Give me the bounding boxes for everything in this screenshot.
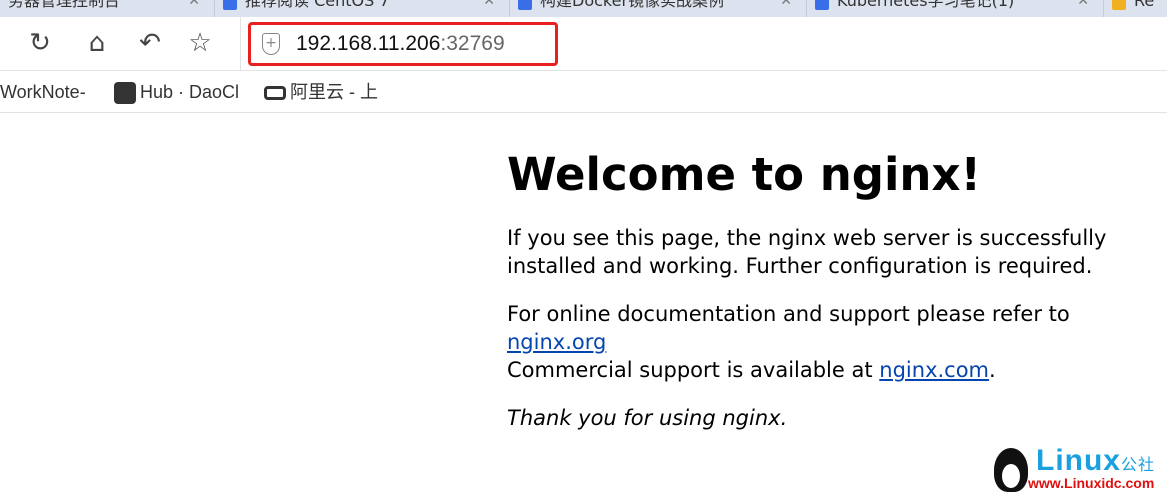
brand-cn: 公社 bbox=[1121, 457, 1156, 474]
url-host: 192.168.11.206 bbox=[296, 32, 441, 55]
docs-paragraph: For online documentation and support ple… bbox=[507, 300, 1162, 384]
daocloud-icon bbox=[114, 82, 136, 105]
text: working. Further configuration is requir… bbox=[648, 254, 1093, 278]
text: . bbox=[989, 358, 996, 382]
thanks-text: Thank you for using nginx. bbox=[507, 406, 788, 430]
bookmark-label: Hub · DaoCl bbox=[140, 82, 240, 102]
tab[interactable]: 务器管理控制台 ✕ bbox=[0, 0, 215, 17]
page-icon bbox=[223, 0, 237, 10]
bookmark-label: WorkNote- bbox=[0, 82, 86, 102]
star-icon[interactable]: ☆ bbox=[184, 25, 216, 61]
url-port: :32769 bbox=[440, 32, 505, 55]
divider bbox=[240, 17, 241, 71]
toolbar: ↻ ⌂ ↶ ☆ + 192.168.11.206:32769 bbox=[0, 17, 1167, 71]
tab-label: Re bbox=[1134, 0, 1155, 10]
bookmark[interactable]: WorkNote- bbox=[0, 81, 86, 103]
bookmark-label: 阿里云 - 上 bbox=[290, 82, 378, 102]
intro-paragraph: If you see this page, the nginx web serv… bbox=[507, 224, 1162, 280]
text: For online documentation and support ple… bbox=[507, 302, 1070, 326]
aliyun-icon bbox=[264, 86, 286, 101]
url-text: 192.168.11.206:32769 bbox=[296, 31, 505, 57]
nginx-com-link[interactable]: nginx.com bbox=[879, 358, 989, 382]
page-title: Welcome to nginx! bbox=[507, 148, 981, 201]
penguin-icon bbox=[994, 448, 1028, 492]
close-icon[interactable]: ✕ bbox=[188, 0, 200, 11]
home-icon[interactable]: ⌂ bbox=[81, 25, 113, 61]
page-icon bbox=[518, 0, 532, 10]
bookmark[interactable]: Hub · DaoCl bbox=[114, 81, 240, 105]
tab-bar: 务器管理控制台 ✕ 推荐阅读 CentOS 7 ✕ 构建Docker镜像实战案例 ✕ … bbox=[0, 0, 1167, 17]
tab-label: 推荐阅读 CentOS 7 bbox=[245, 0, 390, 10]
tab[interactable]: 构建Docker镜像实战案例 ✕ bbox=[510, 0, 807, 17]
text: Commercial support is available at bbox=[507, 358, 880, 382]
page-icon bbox=[1112, 0, 1126, 10]
page-content: Welcome to nginx! If you see this page, … bbox=[507, 140, 1162, 452]
watermark-logo: Linux公社 www.Linuxidc.com bbox=[992, 444, 1167, 495]
reload-icon[interactable]: ↻ bbox=[24, 25, 56, 61]
watermark-url: www.Linuxidc.com bbox=[1028, 475, 1155, 491]
nginx-org-link[interactable]: nginx.org bbox=[507, 330, 606, 354]
close-icon[interactable]: ✕ bbox=[483, 0, 495, 11]
undo-icon[interactable]: ↶ bbox=[134, 25, 166, 61]
bookmarks-bar: WorkNote- Hub · DaoCl 阿里云 - 上 bbox=[0, 71, 1167, 113]
tab[interactable]: 推荐阅读 CentOS 7 ✕ bbox=[215, 0, 510, 17]
tab-label: 构建Docker镜像实战案例 bbox=[540, 0, 725, 10]
address-bar[interactable]: + 192.168.11.206:32769 bbox=[248, 22, 558, 66]
tab[interactable]: Kubernetes学习笔记(1) ✕ bbox=[807, 0, 1104, 17]
shield-icon: + bbox=[262, 33, 280, 55]
tab[interactable]: Re bbox=[1104, 0, 1167, 17]
tab-label: Kubernetes学习笔记(1) bbox=[837, 0, 1015, 10]
page-icon bbox=[815, 0, 829, 10]
tab-label: 务器管理控制台 bbox=[8, 0, 121, 10]
watermark-brand: Linux公社 bbox=[1036, 444, 1155, 478]
close-icon[interactable]: ✕ bbox=[780, 0, 792, 11]
close-icon[interactable]: ✕ bbox=[1077, 0, 1089, 11]
brand: Linux bbox=[1036, 444, 1121, 477]
bookmark[interactable]: 阿里云 - 上 bbox=[264, 81, 378, 103]
